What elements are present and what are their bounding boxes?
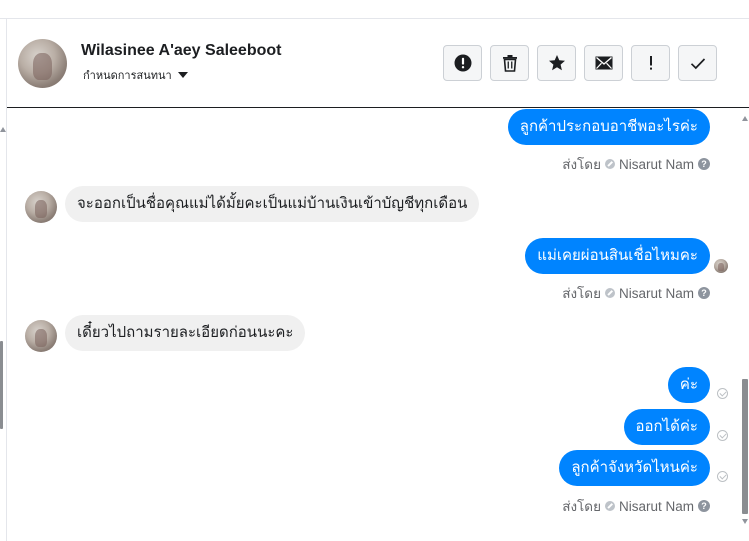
incoming-message[interactable]: เดี๋ยวไปถามรายละเอียดก่อนนะคะ	[65, 315, 306, 351]
delete-button[interactable]	[490, 45, 529, 81]
envelope-icon	[595, 56, 612, 70]
conversation-status-dropdown[interactable]: กำหนดการสนทนา	[83, 66, 188, 84]
star-button[interactable]	[537, 45, 576, 81]
sent-by-agent[interactable]: Nisarut Nam	[619, 157, 694, 172]
left-panel-edge	[0, 19, 7, 541]
contact-message-avatar[interactable]	[25, 320, 57, 352]
left-scroll-up-icon[interactable]	[0, 127, 6, 132]
follow-up-button[interactable]	[631, 45, 670, 81]
thread-scrollbar[interactable]	[740, 109, 749, 541]
sent-check-icon	[717, 388, 728, 399]
verified-icon	[604, 501, 615, 511]
checkmark-icon	[690, 57, 705, 69]
scroll-down-icon[interactable]	[742, 519, 748, 524]
scrollbar-thumb[interactable]	[742, 379, 748, 514]
sent-check-icon	[717, 430, 728, 441]
outgoing-message[interactable]: ลูกค้าจังหวัดไหนค่ะ	[559, 450, 710, 486]
help-icon[interactable]: ?	[698, 500, 710, 512]
outgoing-message[interactable]: ออกได้ค่ะ	[623, 409, 710, 445]
star-icon	[548, 55, 565, 71]
sent-by-prefix: ส่งโดย	[562, 286, 601, 301]
outgoing-message[interactable]: ค่ะ	[667, 367, 710, 403]
exclamation-icon	[649, 56, 652, 70]
seen-avatar	[714, 259, 728, 273]
sent-by-agent[interactable]: Nisarut Nam	[619, 286, 694, 301]
conversation-header: Wilasinee A'aey Saleeboot กำหนดการสนทนา	[7, 20, 749, 108]
verified-icon	[604, 159, 615, 169]
conversation-status-label: กำหนดการสนทนา	[83, 70, 172, 82]
sent-by-line: ส่งโดย Nisarut Nam ?	[562, 495, 710, 517]
verified-icon	[604, 288, 615, 298]
conversation-toolbar	[443, 45, 717, 81]
contact-name[interactable]: Wilasinee A'aey Saleeboot	[81, 42, 281, 60]
sent-by-agent[interactable]: Nisarut Nam	[619, 499, 694, 514]
left-scrollbar-thumb[interactable]	[0, 341, 3, 429]
sent-by-line: ส่งโดย Nisarut Nam ?	[562, 153, 710, 175]
sent-by-prefix: ส่งโดย	[562, 499, 601, 514]
mark-done-button[interactable]	[678, 45, 717, 81]
trash-icon	[502, 55, 517, 72]
incoming-message[interactable]: จะออกเป็นชื่อคุณแม่ได้มั้ยคะเป็นแม่บ้านเ…	[65, 186, 480, 222]
message-thread: ลูกค้าประกอบอาชีพอะไรค่ะ ส่งโดย Nisarut …	[8, 109, 739, 541]
caret-down-icon	[177, 72, 188, 78]
outgoing-message[interactable]: แม่เคยผ่อนสินเชื่อไหมคะ	[525, 238, 710, 274]
sent-by-prefix: ส่งโดย	[562, 157, 601, 172]
sent-check-icon	[717, 471, 728, 482]
outgoing-message[interactable]: ลูกค้าประกอบอาชีพอะไรค่ะ	[507, 109, 710, 145]
top-strip	[0, 0, 749, 19]
contact-message-avatar[interactable]	[25, 191, 57, 223]
mark-unread-button[interactable]	[584, 45, 623, 81]
contact-avatar[interactable]	[18, 39, 67, 88]
sent-by-line: ส่งโดย Nisarut Nam ?	[562, 282, 710, 304]
scroll-up-icon[interactable]	[742, 116, 748, 121]
help-icon[interactable]: ?	[698, 287, 710, 299]
alert-circle-icon	[454, 54, 471, 72]
spam-button[interactable]	[443, 45, 482, 81]
help-icon[interactable]: ?	[698, 158, 710, 170]
